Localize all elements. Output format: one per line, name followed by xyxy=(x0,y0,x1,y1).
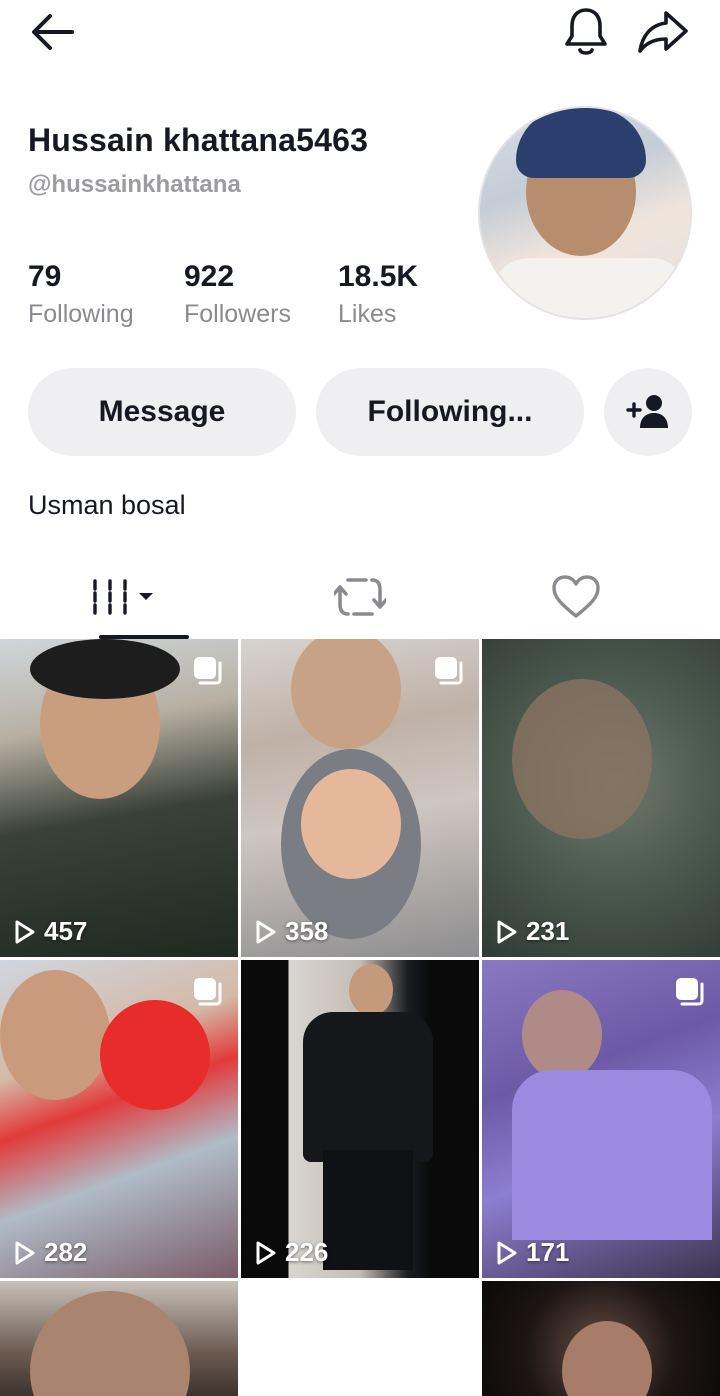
play-outline-icon xyxy=(256,920,276,943)
video-tile[interactable] xyxy=(0,1281,238,1396)
view-count-text: 226 xyxy=(285,1237,329,1267)
view-count-text: 358 xyxy=(285,916,329,946)
stacked-squares-icon xyxy=(676,978,704,1006)
followers-count: 922 xyxy=(184,260,235,293)
likes-count: 18.5K xyxy=(338,260,419,293)
heart-icon xyxy=(552,575,600,618)
avatar[interactable] xyxy=(478,106,692,320)
followers-label: Followers xyxy=(184,300,291,328)
stat-followers[interactable]: 922 Followers xyxy=(184,260,291,329)
profile-handle: @hussainkhattana xyxy=(28,171,241,198)
add-friend-button[interactable] xyxy=(604,368,692,456)
grid-bars-icon xyxy=(93,579,153,615)
view-count-text: 231 xyxy=(526,916,570,946)
chevron-down-icon xyxy=(139,593,153,600)
video-tile[interactable]: 226 xyxy=(241,960,479,1278)
video-tile[interactable]: 457 xyxy=(0,639,238,957)
back-button[interactable] xyxy=(20,4,84,60)
arrow-left-icon xyxy=(32,14,74,50)
play-outline-icon xyxy=(256,1241,276,1264)
stacked-squares-icon xyxy=(194,978,222,1006)
tab-liked[interactable] xyxy=(456,555,696,639)
following-count: 79 xyxy=(28,260,62,293)
add-person-icon xyxy=(626,395,668,428)
video-tile[interactable]: 358 xyxy=(241,639,479,957)
view-count-text: 171 xyxy=(526,1237,570,1267)
view-count: 282 xyxy=(14,1237,87,1268)
bell-icon xyxy=(565,8,607,55)
repost-icon xyxy=(334,578,386,616)
following-button[interactable]: Following... xyxy=(316,368,584,456)
likes-label: Likes xyxy=(338,300,397,328)
view-count-text: 457 xyxy=(44,916,88,946)
stacked-squares-icon xyxy=(194,657,222,685)
video-tile[interactable] xyxy=(241,1281,479,1396)
play-outline-icon xyxy=(497,1241,517,1264)
video-tile[interactable]: 231 xyxy=(482,639,720,957)
stat-likes: 18.5K Likes xyxy=(338,260,418,329)
view-count-text: 282 xyxy=(44,1237,88,1267)
view-count: 171 xyxy=(496,1237,569,1268)
share-arrow-icon xyxy=(638,11,688,53)
view-count: 358 xyxy=(255,916,328,947)
view-count: 457 xyxy=(14,916,87,947)
view-count: 231 xyxy=(496,916,569,947)
share-button[interactable] xyxy=(632,2,694,60)
stat-following[interactable]: 79 Following xyxy=(28,260,134,329)
video-tile[interactable] xyxy=(482,1281,720,1396)
play-outline-icon xyxy=(497,920,517,943)
top-bar xyxy=(0,0,720,64)
notifications-button[interactable] xyxy=(556,2,616,60)
following-label: Following xyxy=(28,300,134,328)
video-tile[interactable]: 171 xyxy=(482,960,720,1278)
tab-reposts[interactable] xyxy=(240,555,480,639)
profile-bio: Usman bosal xyxy=(28,490,186,520)
stacked-squares-icon xyxy=(435,657,463,685)
tab-videos[interactable] xyxy=(24,555,224,639)
video-tile[interactable]: 282 xyxy=(0,960,238,1278)
play-outline-icon xyxy=(15,920,35,943)
play-outline-icon xyxy=(15,1241,35,1264)
message-button[interactable]: Message xyxy=(28,368,296,456)
content-tabs xyxy=(0,555,720,639)
profile-name: Hussain khattana5463 xyxy=(28,122,369,158)
view-count: 226 xyxy=(255,1237,328,1268)
